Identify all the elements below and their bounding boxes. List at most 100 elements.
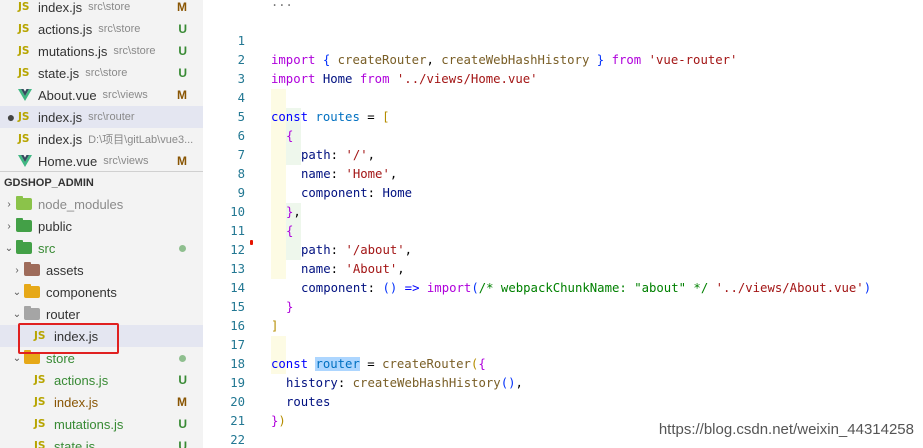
tree-file-actions[interactable]: JS actions.js U [0, 369, 203, 391]
workspace-section-header[interactable]: GDSHOP_ADMIN [0, 171, 203, 193]
file-path: src\store [85, 67, 128, 79]
code-line: 16 [203, 298, 923, 333]
router-folder-icon [24, 306, 40, 320]
tree-file-store-index[interactable]: JS index.js M [0, 391, 203, 413]
js-file-icon: JS [34, 374, 46, 386]
open-editor-item[interactable]: Home.vue src\views M [0, 150, 203, 172]
chevron-down-icon: ⌄ [12, 308, 22, 320]
public-folder-icon [16, 218, 32, 232]
tree-folder-store[interactable]: ⌄ store [0, 347, 203, 369]
file-name: index.js [38, 131, 83, 147]
code-line: 19 routes [203, 355, 923, 409]
open-editor-item[interactable]: JS index.js src\store M [0, 0, 203, 18]
code-line: 11 path: '/about', [203, 203, 923, 257]
vue-file-icon [18, 89, 32, 101]
git-status-modified: M [177, 154, 187, 168]
folded-ellipsis: ... [271, 0, 293, 9]
code-line: 3 [203, 51, 923, 86]
code-line: 5 { [203, 89, 923, 143]
git-status-modified: M [177, 88, 187, 102]
file-name: Home.vue [38, 153, 98, 169]
tree-label: router [46, 306, 80, 322]
open-editor-item[interactable]: JS index.js D:\项目\gitLab\vue3... [0, 128, 203, 150]
file-name: mutations.js [38, 43, 108, 59]
git-status-untracked: U [178, 439, 187, 448]
tree-label: index.js [54, 328, 99, 344]
git-status-untracked: U [178, 373, 187, 387]
tree-folder-public[interactable]: › public [0, 215, 203, 237]
git-status-modified: M [177, 0, 187, 14]
code-line: 12 name: 'About', [203, 222, 923, 276]
src-folder-icon [16, 240, 32, 254]
chevron-right-icon: › [7, 198, 11, 210]
chevron-down-icon: ⌄ [4, 242, 14, 254]
js-file-icon: JS [18, 133, 30, 145]
js-file-icon: JS [18, 67, 30, 79]
code-line: 2 import Home from '../views/Home.vue' [203, 32, 923, 86]
tree-label: mutations.js [54, 416, 124, 432]
code-line: 9 }, [203, 165, 923, 219]
open-editor-item[interactable]: JS mutations.js src\store U [0, 40, 203, 62]
tree-file-state[interactable]: JS state.js U [0, 435, 203, 448]
git-status-untracked: U [178, 417, 187, 431]
tree-file-mutations[interactable]: JS mutations.js U [0, 413, 203, 435]
open-editor-item-active[interactable]: ● JS index.js src\router [0, 106, 203, 128]
store-folder-icon [24, 350, 40, 364]
file-name: index.js [38, 0, 83, 15]
watermark-text: https://blog.csdn.net/weixin_44314258 [658, 421, 914, 438]
code-line: 14 } [203, 260, 923, 314]
js-file-icon: JS [34, 396, 46, 408]
chevron-down-icon: ⌄ [12, 352, 22, 364]
code-line: 4 const routes = [ [203, 70, 923, 124]
code-line: 1 import { createRouter, createWebHashHi… [203, 13, 923, 67]
open-editor-item[interactable]: JS state.js src\store U [0, 62, 203, 84]
file-name: actions.js [38, 21, 93, 37]
tree-label: node_modules [38, 196, 124, 212]
git-changes-dot-icon [179, 244, 186, 252]
vue-file-icon [18, 155, 32, 167]
tree-folder-src[interactable]: ⌄ src [0, 237, 203, 259]
tree-label: actions.js [54, 372, 109, 388]
code-line: 15 ] [203, 279, 923, 333]
tree-folder-node-modules[interactable]: › node_modules [0, 193, 203, 215]
code-line: 18 history: createWebHashHistory(), [203, 336, 923, 390]
code-line: 21 [203, 393, 923, 428]
git-changes-dot-icon [179, 354, 186, 362]
js-file-icon: JS [18, 111, 30, 123]
tree-label: public [38, 218, 72, 234]
code-line: 20 }) [203, 374, 923, 428]
git-status-untracked: U [178, 66, 187, 80]
file-path: src\views [103, 155, 149, 167]
git-status-modified: M [177, 395, 187, 409]
tree-label: assets [46, 262, 84, 278]
code-line: 6 path: '/', [203, 108, 923, 162]
js-file-icon: JS [18, 23, 30, 35]
code-editor[interactable]: ... 1 import { createRouter, createWebHa… [203, 0, 923, 448]
unsaved-dot-icon[interactable]: ● [4, 109, 18, 125]
chevron-right-icon: › [15, 264, 19, 276]
file-path: D:\项目\gitLab\vue3... [88, 134, 194, 146]
js-file-icon: JS [34, 418, 46, 430]
tree-folder-router[interactable]: ⌄ router [0, 303, 203, 325]
git-status-untracked: U [178, 22, 187, 36]
tree-label: index.js [54, 394, 99, 410]
file-path: src\store [113, 45, 156, 57]
js-file-icon: JS [34, 440, 46, 448]
tree-file-router-index[interactable]: JS index.js [0, 325, 203, 347]
components-folder-icon [24, 284, 40, 298]
tree-label: state.js [54, 438, 96, 448]
file-name: About.vue [38, 87, 97, 103]
tree-folder-components[interactable]: ⌄ components [0, 281, 203, 303]
js-file-icon: JS [18, 1, 30, 13]
file-name: state.js [38, 65, 80, 81]
open-editor-item[interactable]: JS actions.js src\store U [0, 18, 203, 40]
code-line: 10 { [203, 184, 923, 238]
code-line: 8 component: Home [203, 146, 923, 200]
tree-folder-assets[interactable]: › assets [0, 259, 203, 281]
open-editor-item[interactable]: About.vue src\views M [0, 84, 203, 106]
file-name: index.js [38, 109, 83, 125]
js-file-icon: JS [34, 330, 46, 342]
code-line: 17 const router = createRouter({ [203, 317, 923, 371]
chevron-right-icon: › [7, 220, 11, 232]
file-path: src\store [98, 23, 141, 35]
